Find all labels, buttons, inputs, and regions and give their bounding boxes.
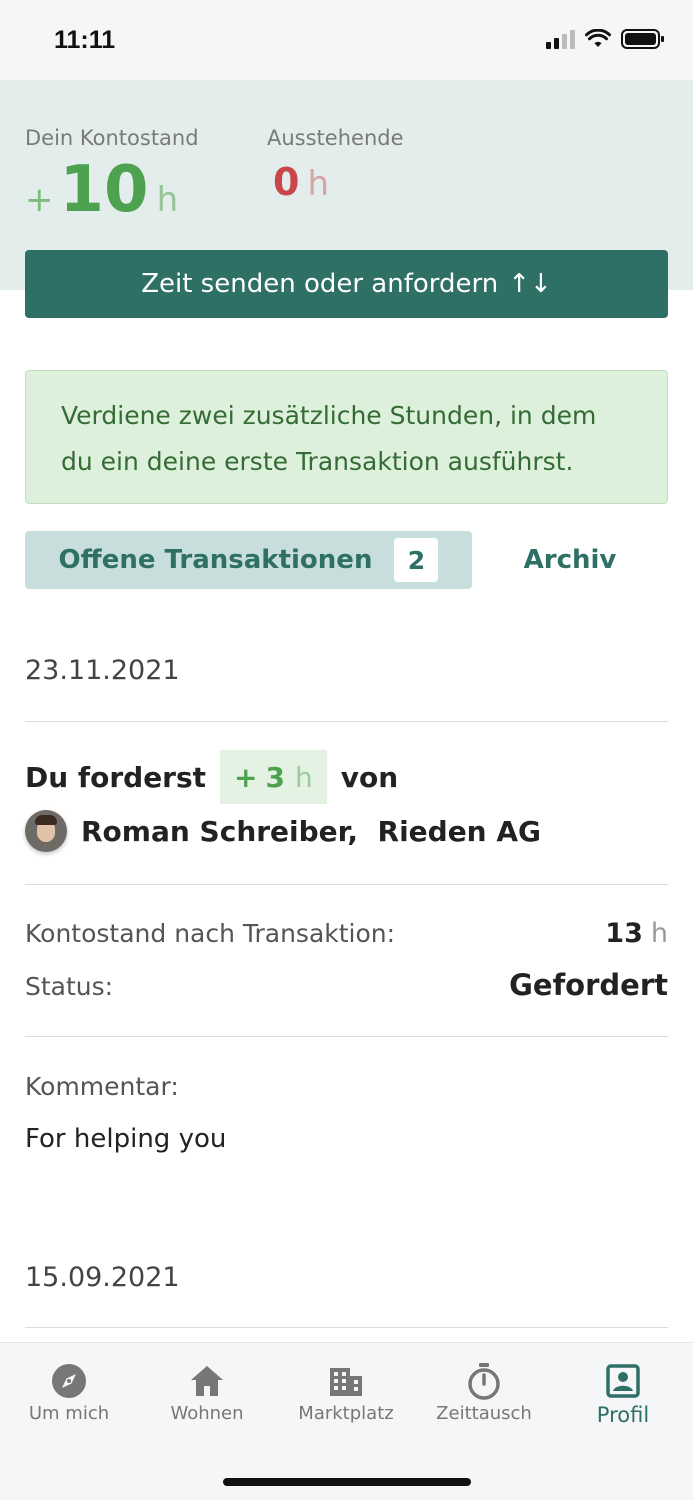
amount-unit: h — [295, 760, 313, 794]
profile-icon — [606, 1364, 640, 1398]
balance-after-unit: h — [650, 918, 668, 949]
nav-label: Profil — [596, 1403, 650, 1427]
counterparty-name: Roman Schreiber, Rieden AG — [81, 814, 542, 848]
request-prefix: Du forderst — [25, 760, 207, 794]
balance-value: + 10 h — [25, 158, 178, 222]
comment-label: Kommentar: — [25, 1072, 179, 1101]
status-row: Status: Gefordert — [25, 968, 668, 1002]
pending-number: 0 — [273, 160, 300, 204]
tab-open-label: Offene Transaktionen — [58, 545, 373, 575]
send-or-request-time-button[interactable]: Zeit senden oder anfordern ↑↓ — [25, 250, 668, 318]
status-bar: 11:11 — [0, 0, 693, 80]
amount-sign: + — [234, 760, 258, 794]
request-summary: Du forderst + 3 h von — [25, 750, 398, 804]
nav-item-profil[interactable]: Profil — [563, 1359, 683, 1427]
stopwatch-icon — [468, 1363, 500, 1400]
balance-number: 10 — [59, 153, 149, 227]
send-button-label: Zeit senden oder anfordern — [141, 269, 499, 299]
status-time: 11:11 — [54, 26, 116, 54]
wifi-icon — [585, 29, 611, 47]
pending-value: 0 h — [273, 160, 329, 204]
avatar — [25, 810, 67, 852]
home-indicator[interactable] — [223, 1478, 471, 1486]
balance-sign: + — [25, 180, 54, 220]
pending-unit: h — [307, 164, 330, 204]
nav-item-wohnen[interactable]: Wohnen — [147, 1359, 267, 1424]
amount-number: 3 — [265, 760, 285, 794]
nav-item-zeittausch[interactable]: Zeittausch — [424, 1359, 544, 1424]
transaction-date: 23.11.2021 — [25, 655, 180, 686]
balance-unit: h — [156, 180, 179, 220]
info-banner: Verdiene zwei zusätzliche Stunden, in de… — [25, 370, 668, 504]
tab-open-transactions[interactable]: Offene Transaktionen 2 — [25, 531, 472, 589]
request-amount-badge: + 3 h — [220, 750, 327, 804]
nav-item-marktplatz[interactable]: Marktplatz — [286, 1359, 406, 1424]
status-label: Status: — [25, 972, 114, 1001]
status-icons — [546, 28, 665, 50]
counterparty[interactable]: Roman Schreiber, Rieden AG — [25, 808, 541, 854]
nav-label: Zeittausch — [436, 1403, 532, 1424]
divider — [25, 721, 668, 722]
pending-label: Ausstehende — [267, 126, 404, 150]
comment-text: For helping you — [25, 1124, 227, 1154]
balance-after-value-group: 13 h — [605, 918, 668, 949]
balance-after-value: 13 — [605, 918, 643, 949]
balance-after-label: Kontostand nach Transaktion: — [25, 919, 396, 948]
nav-label: Marktplatz — [298, 1403, 394, 1424]
cellular-signal-icon — [546, 29, 575, 49]
swap-arrows-icon: ↑↓ — [508, 269, 552, 299]
transaction-date: 15.09.2021 — [25, 1262, 180, 1293]
nav-item-um-mich[interactable]: Um mich — [9, 1359, 129, 1424]
building-icon — [330, 1368, 362, 1396]
request-suffix: von — [340, 760, 399, 794]
divider — [25, 1327, 668, 1328]
nav-label: Wohnen — [170, 1403, 244, 1424]
transaction-tabs: Offene Transaktionen 2 Archiv — [25, 531, 668, 589]
tab-archive[interactable]: Archiv — [472, 531, 668, 589]
bottom-nav: Um mich Wohnen Marktplatz Zeittausch Pro… — [0, 1342, 693, 1500]
divider — [25, 884, 668, 885]
battery-icon — [621, 29, 664, 49]
status-value: Gefordert — [509, 968, 668, 1002]
compass-icon — [52, 1364, 86, 1398]
balance-label: Dein Kontostand — [25, 126, 199, 150]
home-icon — [191, 1366, 223, 1396]
nav-label: Um mich — [28, 1403, 110, 1424]
open-count-badge: 2 — [394, 538, 439, 582]
divider — [25, 1036, 668, 1037]
balance-after-row: Kontostand nach Transaktion: 13 h — [25, 918, 668, 949]
